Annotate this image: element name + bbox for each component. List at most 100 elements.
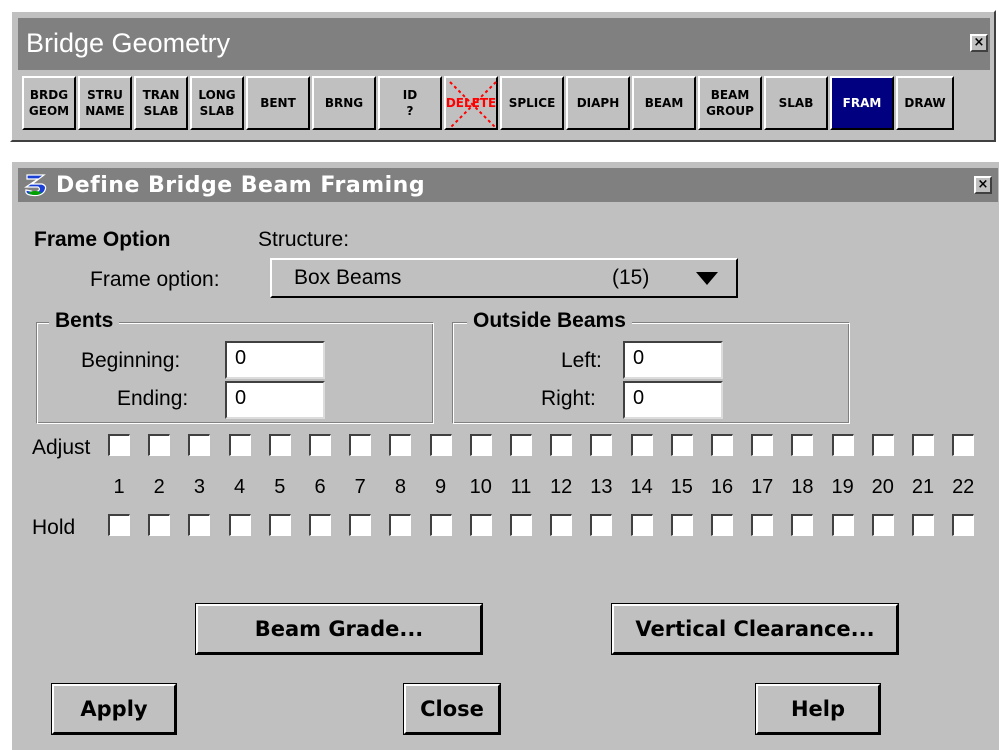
hold-checkbox-4[interactable] bbox=[228, 514, 251, 536]
hold-checkbox-1[interactable] bbox=[108, 514, 130, 536]
adjust-checkbox-1[interactable] bbox=[108, 434, 130, 456]
adjust-checkbox-17[interactable] bbox=[751, 434, 774, 456]
dialog-title: Define Bridge Beam Framing bbox=[56, 173, 426, 198]
frame-option-count: (15) bbox=[612, 266, 650, 289]
hold-checkbox-3[interactable] bbox=[188, 514, 211, 536]
adjust-checkbox-15[interactable] bbox=[670, 434, 693, 456]
help-button[interactable]: Help bbox=[756, 684, 880, 734]
tool-slab[interactable]: SLAB bbox=[764, 76, 828, 130]
beam-number-label: 7 bbox=[354, 476, 366, 498]
tool-tran-slab[interactable]: TRAN SLAB bbox=[134, 76, 188, 130]
adjust-checkbox-9[interactable] bbox=[429, 434, 452, 456]
tool-delete[interactable]: DELETE bbox=[444, 76, 498, 130]
tool-beam-group[interactable]: BEAM GROUP bbox=[698, 76, 762, 130]
frame-option-dropdown[interactable]: Box Beams (15) bbox=[270, 258, 738, 298]
hold-checkbox-18[interactable] bbox=[791, 514, 814, 536]
dropdown-arrow-icon bbox=[696, 272, 718, 285]
beam-number-label: 21 bbox=[911, 476, 935, 498]
tool-draw[interactable]: DRAW bbox=[896, 76, 954, 130]
tool-id[interactable]: ID ? bbox=[378, 76, 442, 130]
adjust-checkbox-3[interactable] bbox=[188, 434, 211, 456]
beam-framing-dialog: Define Bridge Beam Framing × Frame Optio… bbox=[10, 160, 999, 750]
adjust-checkbox-16[interactable] bbox=[711, 434, 733, 456]
adjust-checkbox-6[interactable] bbox=[309, 434, 331, 456]
dialog-close-icon-button[interactable]: × bbox=[974, 176, 992, 194]
beginning-label: Beginning: bbox=[81, 349, 181, 372]
vertical-clearance-button[interactable]: Vertical Clearance... bbox=[612, 604, 898, 654]
right-label: Right: bbox=[541, 387, 596, 410]
adjust-checkbox-20[interactable] bbox=[871, 434, 894, 456]
frame-option-value: Box Beams bbox=[294, 266, 402, 289]
beginning-input[interactable]: 0 bbox=[225, 341, 325, 379]
hold-checkbox-2[interactable] bbox=[148, 514, 171, 536]
adjust-checkbox-22[interactable] bbox=[952, 434, 975, 456]
adjust-checkbox-18[interactable] bbox=[791, 434, 814, 456]
outside-beams-group: Outside Beams Left: 0 Right: 0 bbox=[452, 309, 850, 424]
apply-button[interactable]: Apply bbox=[52, 684, 176, 734]
hold-checkbox-22[interactable] bbox=[952, 514, 975, 536]
adjust-checkbox-21[interactable] bbox=[912, 434, 934, 456]
hold-checkbox-7[interactable] bbox=[349, 514, 372, 536]
adjust-checkbox-14[interactable] bbox=[630, 434, 653, 456]
hold-checkbox-5[interactable] bbox=[268, 514, 291, 536]
dialog-title-bar[interactable]: Define Bridge Beam Framing × bbox=[18, 168, 998, 202]
tool-diaph[interactable]: DIAPH bbox=[566, 76, 630, 130]
palette-title: Bridge Geometry bbox=[26, 28, 231, 58]
tool-bent[interactable]: BENT bbox=[246, 76, 310, 130]
adjust-checkbox-13[interactable] bbox=[590, 434, 613, 456]
hold-checkbox-19[interactable] bbox=[831, 514, 854, 536]
beam-number-label: 18 bbox=[791, 476, 814, 498]
hold-checkbox-11[interactable] bbox=[510, 514, 532, 536]
tool-brng[interactable]: BRNG bbox=[312, 76, 376, 130]
beam-number-label: 11 bbox=[510, 476, 532, 498]
beam-number-label: 5 bbox=[274, 476, 286, 498]
frame-option-heading: Frame Option bbox=[34, 228, 171, 251]
palette-close-button[interactable]: × bbox=[970, 34, 988, 52]
beam-number-label: 14 bbox=[630, 476, 653, 498]
frame-option-label: Frame option: bbox=[90, 268, 220, 291]
beam-number-label: 4 bbox=[234, 476, 246, 498]
palette-title-bar[interactable]: Bridge Geometry × bbox=[18, 18, 990, 70]
hold-checkbox-16[interactable] bbox=[711, 514, 733, 536]
beam-number-label: 8 bbox=[394, 476, 406, 498]
beam-number-label: 10 bbox=[469, 476, 492, 498]
tool-splice[interactable]: SPLICE bbox=[500, 76, 564, 130]
structure-label: Structure: bbox=[258, 228, 350, 251]
hold-checkbox-12[interactable] bbox=[550, 514, 573, 536]
adjust-checkbox-4[interactable] bbox=[228, 434, 251, 456]
hold-checkbox-20[interactable] bbox=[871, 514, 894, 536]
tool-long-slab[interactable]: LONG SLAB bbox=[190, 76, 244, 130]
adjust-checkbox-12[interactable] bbox=[550, 434, 573, 456]
hold-checkbox-14[interactable] bbox=[630, 514, 653, 536]
hold-checkbox-15[interactable] bbox=[670, 514, 693, 536]
beam-grade-button[interactable]: Beam Grade... bbox=[196, 604, 482, 654]
hold-checkbox-13[interactable] bbox=[590, 514, 613, 536]
tool-stru-name[interactable]: STRU NAME bbox=[78, 76, 132, 130]
adjust-checkbox-10[interactable] bbox=[469, 434, 492, 456]
adjust-checkbox-11[interactable] bbox=[510, 434, 532, 456]
adjust-checkbox-7[interactable] bbox=[349, 434, 372, 456]
tool-fram[interactable]: FRAM bbox=[830, 76, 894, 130]
hold-checkbox-17[interactable] bbox=[751, 514, 774, 536]
hold-checkbox-21[interactable] bbox=[912, 514, 934, 536]
adjust-checkbox-5[interactable] bbox=[268, 434, 291, 456]
right-input[interactable]: 0 bbox=[623, 381, 723, 419]
close-button[interactable]: Close bbox=[404, 684, 500, 734]
ending-input[interactable]: 0 bbox=[225, 381, 325, 419]
left-label: Left: bbox=[561, 349, 602, 372]
left-input[interactable]: 0 bbox=[623, 341, 723, 379]
tool-brdg-geom[interactable]: BRDG GEOM bbox=[22, 76, 76, 130]
hold-checkbox-9[interactable] bbox=[429, 514, 452, 536]
hold-checkbox-6[interactable] bbox=[309, 514, 331, 536]
app-icon bbox=[22, 172, 50, 198]
tool-beam[interactable]: BEAM bbox=[632, 76, 696, 130]
adjust-checkbox-2[interactable] bbox=[148, 434, 171, 456]
adjust-label: Adjust bbox=[32, 436, 91, 459]
beam-number-label: 17 bbox=[751, 476, 774, 498]
palette-toolbar: BRDG GEOM STRU NAME TRAN SLAB LONG SLAB BENT… bbox=[22, 76, 992, 132]
hold-checkbox-8[interactable] bbox=[389, 514, 412, 536]
adjust-checkbox-8[interactable] bbox=[389, 434, 412, 456]
hold-checkbox-10[interactable] bbox=[469, 514, 492, 536]
beam-number-label: 1 bbox=[113, 476, 125, 498]
adjust-checkbox-19[interactable] bbox=[831, 434, 854, 456]
